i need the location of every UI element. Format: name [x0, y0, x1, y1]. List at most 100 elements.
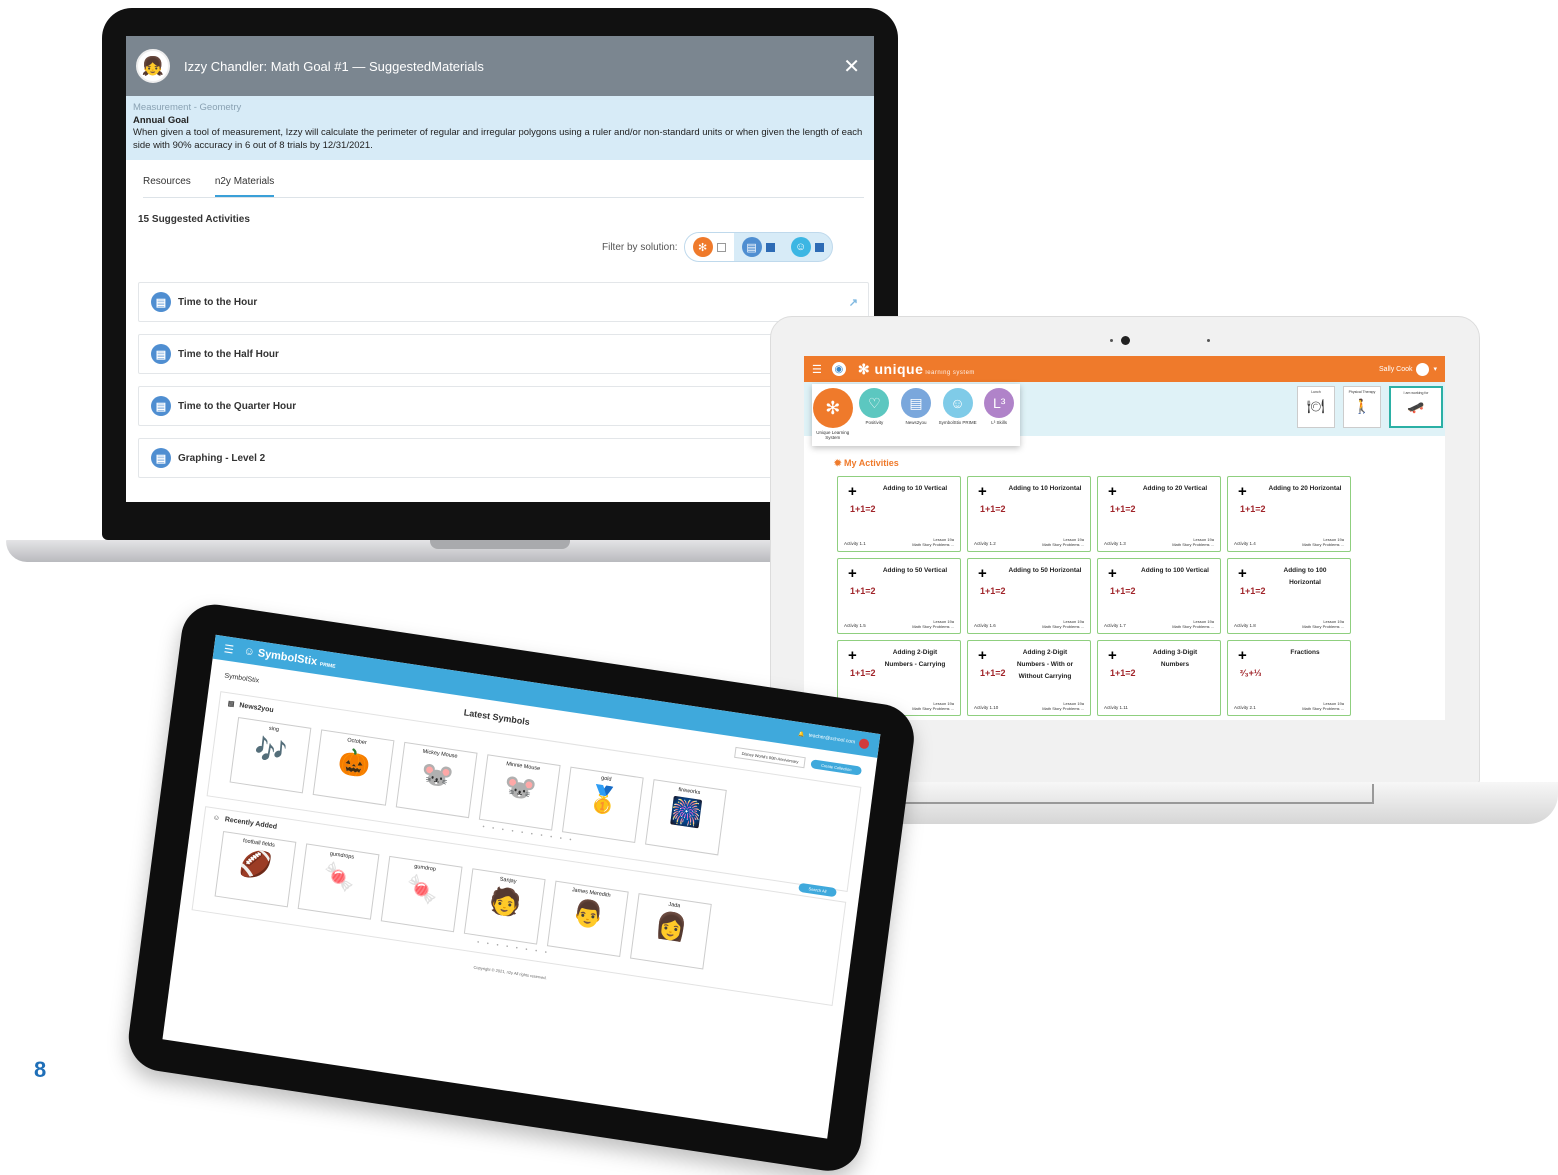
account-email[interactable]: teacher@school.com: [808, 733, 855, 746]
activity-title: Adding to 100 Horizontal: [1283, 567, 1327, 586]
activity-card[interactable]: +1+1=2 Adding to 20 Vertical Activity 1.3 L…: [1097, 476, 1221, 552]
plus-icon: +: [848, 483, 857, 500]
activity-label: Time to the Quarter Hour: [178, 400, 297, 412]
person-icon: ☺: [790, 237, 811, 257]
symbol-picture-icon: 🧑: [487, 884, 524, 919]
therapy-icon: 🚶: [1353, 398, 1371, 414]
equation-text: 1+1=2: [980, 504, 1006, 514]
activity-card[interactable]: +1+1=2 Adding to 20 Horizontal Activity 1.…: [1227, 476, 1351, 552]
filter-symbolstix-checkbox[interactable]: [814, 242, 824, 252]
list-item[interactable]: ▤ Time to the Quarter Hour: [138, 386, 869, 426]
symbol-card[interactable]: James Meredith 👨: [546, 880, 629, 958]
app-l3-skills[interactable]: L³ L³ Skills: [979, 388, 1019, 446]
symbol-card[interactable]: football fields 🏈: [214, 830, 297, 908]
modal-title: Izzy Chandler: Math Goal #1 — SuggestedM…: [184, 58, 484, 74]
activity-card[interactable]: +1+1=2 Adding to 50 Horizontal Activity 1.…: [967, 558, 1091, 634]
filter-news2you[interactable]: ▤: [734, 233, 783, 261]
activity-card[interactable]: +1+1=2 Adding to 10 Horizontal Activity 1.…: [967, 476, 1091, 552]
list-item[interactable]: ▤ Time to the Half Hour: [138, 334, 869, 374]
activity-card[interactable]: +1+1=2 Adding to 100 Horizontal Activity 1…: [1227, 558, 1351, 634]
close-icon[interactable]: ✕: [843, 54, 860, 79]
filter-uls[interactable]: ✻: [684, 233, 734, 261]
symbol-picture-icon: 🐭: [502, 770, 539, 805]
symbol-card[interactable]: sing 🎶: [229, 716, 312, 794]
close-icon[interactable]: [858, 738, 870, 750]
tab-resources[interactable]: Resources: [143, 172, 191, 197]
symbol-card[interactable]: gumdrops 🍬: [297, 843, 380, 920]
collection-dropdown[interactable]: Disney World's 50th Anniversary: [734, 746, 807, 769]
tab-n2y-materials[interactable]: n2y Materials: [214, 172, 275, 197]
globe-icon[interactable]: ◉: [831, 362, 846, 376]
activity-card[interactable]: +1+1=2 Adding to 10 Vertical Activity 1.1 L…: [837, 476, 961, 552]
schedule-card-therapy[interactable]: Physical Therapy 🚶: [1343, 386, 1381, 428]
symbol-card[interactable]: gold 🥇: [561, 766, 644, 844]
app-positivity[interactable]: ♡ Positivity: [854, 388, 894, 446]
equation-text: 1+1=2: [1110, 668, 1136, 678]
plus-icon: +: [1238, 565, 1247, 582]
activity-title: Adding to 50 Horizontal: [1008, 567, 1082, 574]
symbol-picture-icon: 🎃: [336, 745, 373, 780]
symbol-card[interactable]: Mickey Mouse 🐭: [395, 741, 478, 819]
symbol-card[interactable]: Jada 👩: [630, 893, 712, 970]
lesson-info: Lesson 19a Math Story Problems ...: [1172, 537, 1214, 547]
app-uls[interactable]: ✻ Unique Learning System: [812, 388, 853, 446]
menu-icon[interactable]: ☰: [812, 363, 822, 376]
left-logo: SymbolStix: [223, 672, 260, 685]
modal-header: 👧 Izzy Chandler: Math Goal #1 — Suggeste…: [126, 36, 874, 96]
activity-card[interactable]: +1+1=2 Adding 3-Digit Numbers Activity 1.1…: [1097, 640, 1221, 716]
symbol-picture-icon: 🎶: [253, 732, 290, 768]
symbol-picture-icon: 🍬: [404, 871, 441, 907]
activity-card[interactable]: + ²⁄₃+⅓ Fractions Activity 2.1 Lesson 19a Mat…: [1227, 640, 1351, 716]
activity-title: Adding 2-Digit Numbers - With or Without…: [1016, 649, 1074, 680]
schedule-card-lunch[interactable]: Lunch 🍽: [1297, 386, 1335, 428]
lesson-info: Lesson 19a Math Story Problems ...: [1042, 619, 1084, 629]
activity-card[interactable]: +1+1=2 Adding to 100 Vertical Activity 1.7…: [1097, 558, 1221, 634]
app-news2you[interactable]: ▤ News2you: [896, 388, 936, 446]
lesson-info: Lesson 19a Math Story Problems ...: [1302, 619, 1344, 629]
plus-icon: +: [848, 565, 857, 582]
list-item[interactable]: ▤ Time to the Hour ↗: [138, 282, 869, 322]
symbol-picture-icon: 🎆: [668, 795, 705, 830]
filter-pill: ✻ ▤ ☺: [683, 232, 833, 262]
equation-text: 1+1=2: [850, 586, 876, 596]
symbol-card[interactable]: October 🎃: [312, 729, 395, 806]
goal-panel: Measurement - Geometry Annual Goal When …: [126, 96, 874, 160]
lesson-info: Lesson 19a Math Story Problems ...: [1042, 537, 1084, 547]
symbol-card[interactable]: Minnie Mouse 🐭: [478, 754, 561, 831]
user-menu[interactable]: Sally Cook ▾: [1379, 362, 1437, 376]
plus-icon: +: [1108, 483, 1117, 500]
symbol-card[interactable]: fireworks 🎆: [645, 779, 727, 856]
solution-filter: Filter by solution: ✻ ▤ ☺: [602, 232, 833, 262]
activity-label: Time to the Half Hour: [178, 348, 279, 360]
newspaper-icon: ▤: [151, 396, 171, 416]
symbol-card[interactable]: Sanjay 🧑: [463, 868, 546, 945]
menu-icon[interactable]: ☰: [223, 642, 234, 656]
lesson-info: Lesson 19a Math Story Problems ...: [1172, 619, 1214, 629]
laptop-hinge: [878, 784, 1374, 804]
filter-uls-checkbox[interactable]: [716, 242, 726, 252]
snowflake-icon: ✻: [812, 388, 853, 428]
snowflake-icon: ✻: [692, 237, 713, 257]
activity-card[interactable]: +1+1=2 Adding 2-Digit Numbers - With or W…: [967, 640, 1091, 716]
activity-number: Activity 1.1: [844, 541, 866, 546]
symbol-picture-icon: 🐭: [419, 757, 456, 793]
activity-number: Activity 1.8: [1234, 623, 1256, 628]
activity-title: Adding to 50 Vertical: [882, 567, 948, 574]
create-collection-button[interactable]: Create Collection: [810, 759, 863, 776]
activity-number: Activity 1.7: [1104, 623, 1126, 628]
filter-news2you-checkbox[interactable]: [765, 242, 775, 252]
person-icon: ☺: [212, 814, 221, 823]
list-item[interactable]: ▤ Graphing - Level 2: [138, 438, 869, 478]
page-number: 8: [34, 1057, 47, 1082]
activity-number: Activity 1.4: [1234, 541, 1256, 546]
symbol-card[interactable]: gumdrop 🍬: [380, 855, 463, 933]
uls-topbar: ☰ ◉ ✻ unique learning system Sally Cook ▾: [804, 356, 1445, 382]
external-link-icon[interactable]: ↗: [849, 296, 858, 309]
activity-title: Adding to 10 Horizontal: [1008, 485, 1082, 492]
app-symbolstix[interactable]: ☺ SymbolStix PRIME: [938, 388, 978, 446]
filter-symbolstix[interactable]: ☺: [783, 233, 832, 261]
l3-icon: L³: [984, 388, 1015, 418]
activity-card[interactable]: +1+1=2 Adding to 50 Vertical Activity 1.5 L…: [837, 558, 961, 634]
schedule-card-working-for[interactable]: I am working for 🛹: [1389, 386, 1443, 428]
bell-icon[interactable]: 🔔: [798, 731, 805, 738]
